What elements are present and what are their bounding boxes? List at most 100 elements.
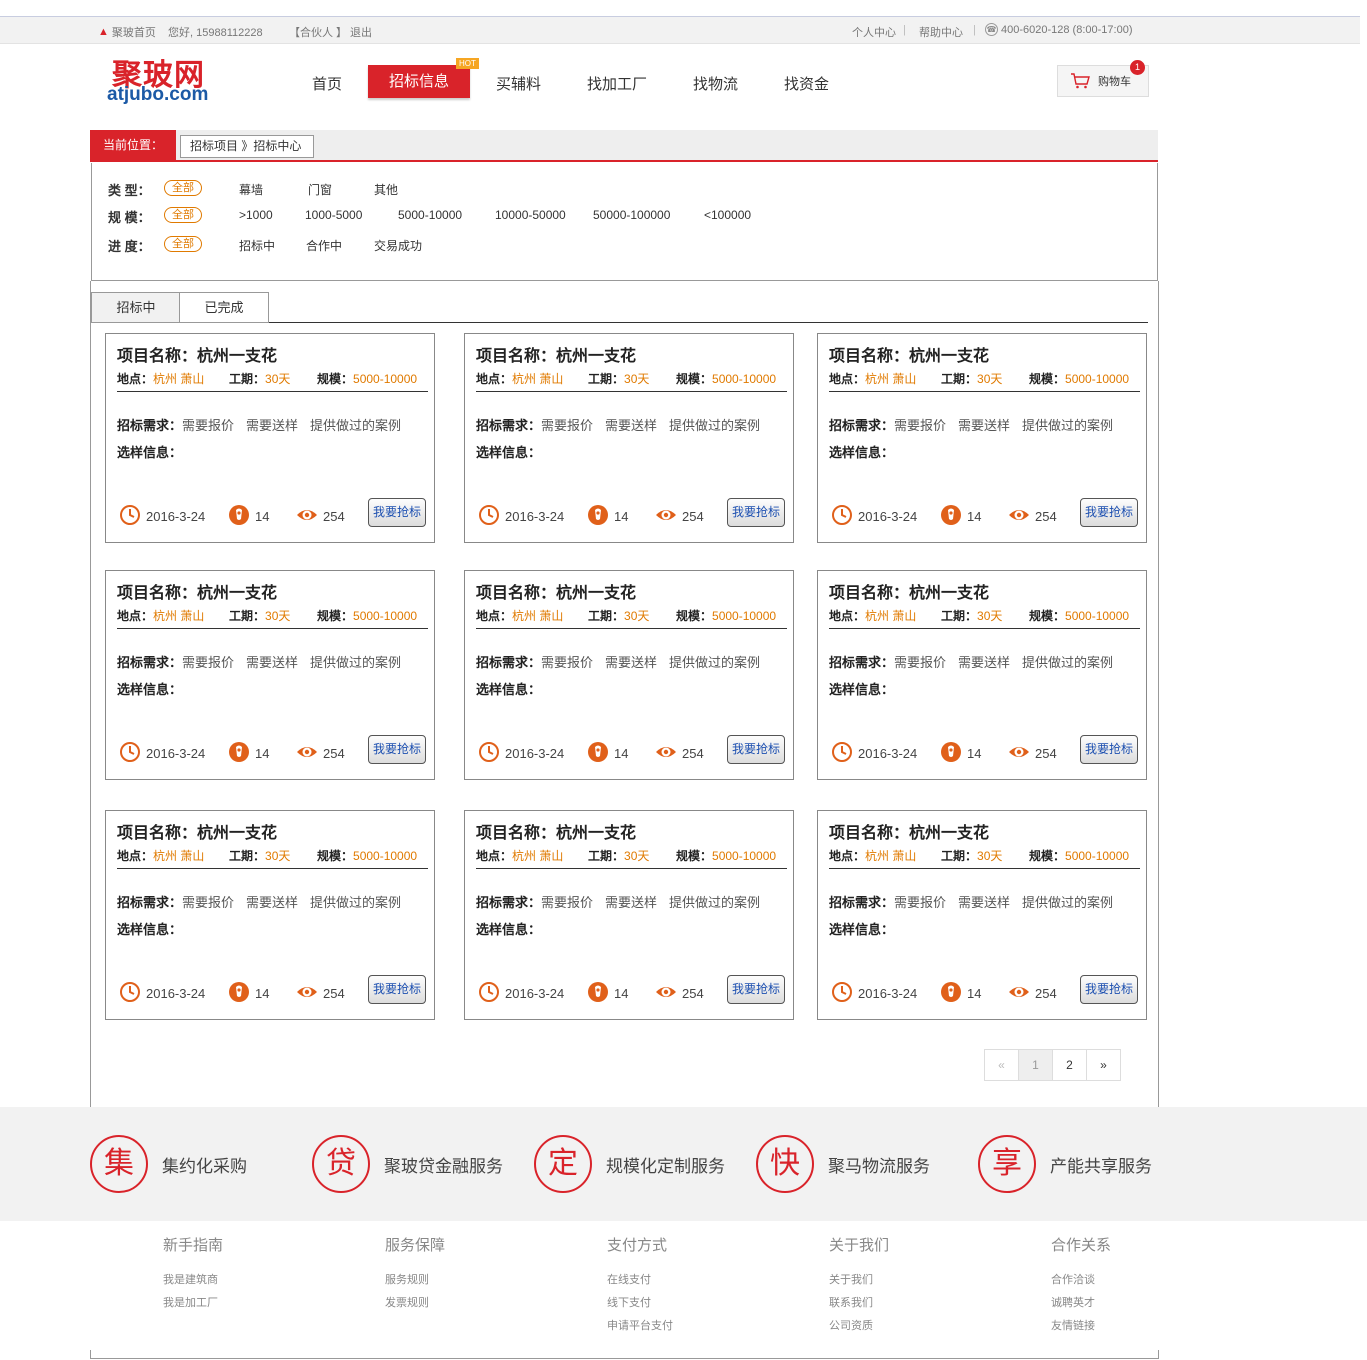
footer-link[interactable]: 友情链接 <box>1051 1315 1111 1338</box>
nav-logistics[interactable]: 找物流 <box>693 73 738 94</box>
project-sample-info: 选样信息： <box>117 682 183 697</box>
project-requirements: 招标需求：需要报价 需要送样 提供做过的案例 <box>829 895 1114 910</box>
grab-bid-button[interactable]: 我要抢标 <box>1080 735 1138 764</box>
filter-progress-option[interactable]: 合作中 <box>306 237 342 254</box>
project-card[interactable]: 项目名称：杭州一支花 地点：杭州 萧山 工期：30天 规模：5000-10000 招标需… <box>817 810 1147 1020</box>
filter-type-option[interactable]: 幕墙 <box>239 181 263 198</box>
bid-icon <box>228 741 250 766</box>
eye-icon <box>296 504 318 529</box>
project-card[interactable]: 项目名称：杭州一支花 地点：杭州 萧山 工期：30天 规模：5000-10000 招标需… <box>105 333 435 543</box>
filter-type-option[interactable]: 其他 <box>374 181 398 198</box>
eye-icon <box>655 504 677 529</box>
project-requirements: 招标需求：需要报价 需要送样 提供做过的案例 <box>117 895 402 910</box>
service-icon: 享 <box>978 1135 1036 1193</box>
footer-link[interactable]: 发票规则 <box>385 1292 445 1315</box>
grab-bid-button[interactable]: 我要抢标 <box>1080 975 1138 1004</box>
pagination-next[interactable]: » <box>1086 1049 1121 1081</box>
cart-button[interactable]: 购物车 1 <box>1057 60 1149 97</box>
project-card[interactable]: 项目名称：杭州一支花 地点：杭州 萧山 工期：30天 规模：5000-10000 招标需… <box>105 810 435 1020</box>
footer-link[interactable]: 我是加工厂 <box>163 1292 223 1315</box>
tab-bidding[interactable]: 招标中 <box>91 292 181 323</box>
nav-bidding[interactable]: 招标信息 <box>368 65 470 98</box>
grab-bid-button[interactable]: 我要抢标 <box>368 975 426 1004</box>
service-label: 聚玻贷金融服务 <box>384 1156 503 1176</box>
logo-domain[interactable]: atjubo.com <box>107 84 208 106</box>
bid-icon <box>940 504 962 529</box>
nav-factory[interactable]: 找加工厂 <box>587 73 647 94</box>
filter-progress-all[interactable]: 全部 <box>164 236 202 252</box>
project-location: 地点：杭州 萧山 <box>117 609 205 623</box>
grab-bid-button[interactable]: 我要抢标 <box>727 735 785 764</box>
project-view-count: 254 <box>296 504 345 529</box>
project-card[interactable]: 项目名称：杭州一支花 地点：杭州 萧山 工期：30天 规模：5000-10000 招标需… <box>817 333 1147 543</box>
tab-completed[interactable]: 已完成 <box>179 292 269 323</box>
project-card[interactable]: 项目名称：杭州一支花 地点：杭州 萧山 工期：30天 规模：5000-10000 招标需… <box>464 333 794 543</box>
grab-bid-button[interactable]: 我要抢标 <box>368 498 426 527</box>
footer-link[interactable]: 申请平台支付 <box>607 1315 673 1338</box>
project-card[interactable]: 项目名称：杭州一支花 地点：杭州 萧山 工期：30天 规模：5000-10000 招标需… <box>817 570 1147 780</box>
service-label: 集约化采购 <box>162 1156 247 1176</box>
project-meta: 地点：杭州 萧山 工期：30天 规模：5000-10000 <box>117 607 428 629</box>
project-scale: 规模：5000-10000 <box>317 609 418 623</box>
bid-icon <box>228 504 250 529</box>
service-item[interactable]: 贷 聚玻贷金融服务 <box>312 1135 503 1193</box>
filter-scale-option[interactable]: 50000-100000 <box>593 208 670 222</box>
filter-progress-option[interactable]: 交易成功 <box>374 237 422 254</box>
nav-home[interactable]: 首页 <box>312 73 342 94</box>
eye-icon <box>1008 981 1030 1006</box>
filter-scale-all[interactable]: 全部 <box>164 207 202 223</box>
project-card[interactable]: 项目名称：杭州一支花 地点：杭州 萧山 工期：30天 规模：5000-10000 招标需… <box>105 570 435 780</box>
project-sample-info: 选样信息： <box>829 922 895 937</box>
filter-scale-option[interactable]: >1000 <box>239 208 273 222</box>
breadcrumb-path[interactable]: 招标项目 》招标中心 <box>180 135 314 158</box>
grab-bid-button[interactable]: 我要抢标 <box>727 498 785 527</box>
project-card[interactable]: 项目名称：杭州一支花 地点：杭州 萧山 工期：30天 规模：5000-10000 招标需… <box>464 810 794 1020</box>
bid-icon <box>587 741 609 766</box>
project-card[interactable]: 项目名称：杭州一支花 地点：杭州 萧山 工期：30天 规模：5000-10000 招标需… <box>464 570 794 780</box>
help-center-link[interactable]: 帮助中心 <box>919 24 963 40</box>
bid-icon <box>587 504 609 529</box>
footer-link[interactable]: 服务规则 <box>385 1269 445 1292</box>
grab-bid-button[interactable]: 我要抢标 <box>1080 498 1138 527</box>
project-sample-info: 选样信息： <box>117 445 183 460</box>
filter-scale-option[interactable]: <100000 <box>704 208 751 222</box>
home-link[interactable]: ▲ 聚玻首页 <box>98 24 156 40</box>
service-item[interactable]: 快 聚马物流服务 <box>756 1135 930 1193</box>
filter-progress-option[interactable]: 招标中 <box>239 237 275 254</box>
project-view-count: 254 <box>296 741 345 766</box>
eye-icon <box>1008 741 1030 766</box>
footer-link[interactable]: 我是建筑商 <box>163 1269 223 1292</box>
filter-scale-option[interactable]: 1000-5000 <box>305 208 362 222</box>
service-item[interactable]: 集 集约化采购 <box>90 1135 247 1193</box>
grab-bid-button[interactable]: 我要抢标 <box>727 975 785 1004</box>
pagination-page[interactable]: 1 <box>1018 1049 1053 1081</box>
eye-icon <box>655 981 677 1006</box>
partner-link[interactable]: 【合伙人 】 <box>289 24 347 40</box>
footer-link[interactable]: 线下支付 <box>607 1292 673 1315</box>
logout-link[interactable]: 退出 <box>350 24 372 40</box>
frame-border-right <box>1158 281 1159 1107</box>
footer-link[interactable]: 诚聘英才 <box>1051 1292 1111 1315</box>
filter-scale-option[interactable]: 10000-50000 <box>495 208 566 222</box>
footer-link[interactable]: 合作洽谈 <box>1051 1269 1111 1292</box>
filter-type-all[interactable]: 全部 <box>164 180 202 196</box>
eye-icon <box>1008 504 1030 529</box>
footer-link[interactable]: 联系我们 <box>829 1292 889 1315</box>
user-center-link[interactable]: 个人中心 <box>852 24 896 40</box>
breadcrumb: 当前位置： 招标项目 》招标中心 <box>90 130 1158 162</box>
pagination-prev[interactable]: « <box>984 1049 1019 1081</box>
footer-link[interactable]: 关于我们 <box>829 1269 889 1292</box>
filter-scale-option[interactable]: 5000-10000 <box>398 208 462 222</box>
project-sample-info: 选样信息： <box>829 682 895 697</box>
nav-materials[interactable]: 买辅料 <box>496 73 541 94</box>
pagination-page[interactable]: 2 <box>1052 1049 1087 1081</box>
project-location: 地点：杭州 萧山 <box>829 849 917 863</box>
filter-type-option[interactable]: 门窗 <box>308 181 332 198</box>
footer-link[interactable]: 在线支付 <box>607 1269 673 1292</box>
footer-link[interactable]: 公司资质 <box>829 1315 889 1338</box>
nav-funding[interactable]: 找资金 <box>784 73 829 94</box>
service-icon: 集 <box>90 1135 148 1193</box>
service-item[interactable]: 定 规模化定制服务 <box>534 1135 725 1193</box>
grab-bid-button[interactable]: 我要抢标 <box>368 735 426 764</box>
service-item[interactable]: 享 产能共享服务 <box>978 1135 1152 1193</box>
